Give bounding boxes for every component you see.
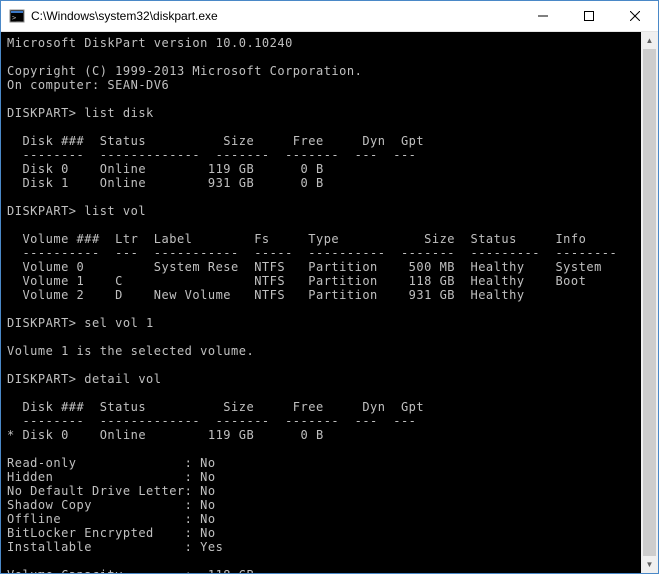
app-window: >_ C:\Windows\system32\diskpart.exe Micr… [0,0,659,574]
app-icon: >_ [9,8,25,24]
scroll-track[interactable] [641,49,658,556]
scroll-thumb[interactable] [643,49,656,556]
client-area: Microsoft DiskPart version 10.0.10240 Co… [1,32,658,573]
scroll-down-button[interactable]: ▼ [641,556,658,573]
console-output[interactable]: Microsoft DiskPart version 10.0.10240 Co… [1,32,641,573]
vertical-scrollbar[interactable]: ▲ ▼ [641,32,658,573]
minimize-button[interactable] [520,1,566,31]
svg-text:>_: >_ [12,14,21,22]
scroll-up-button[interactable]: ▲ [641,32,658,49]
window-title: C:\Windows\system32\diskpart.exe [31,9,520,23]
maximize-button[interactable] [566,1,612,31]
window-controls [520,1,658,31]
titlebar[interactable]: >_ C:\Windows\system32\diskpart.exe [1,1,658,32]
close-button[interactable] [612,1,658,31]
